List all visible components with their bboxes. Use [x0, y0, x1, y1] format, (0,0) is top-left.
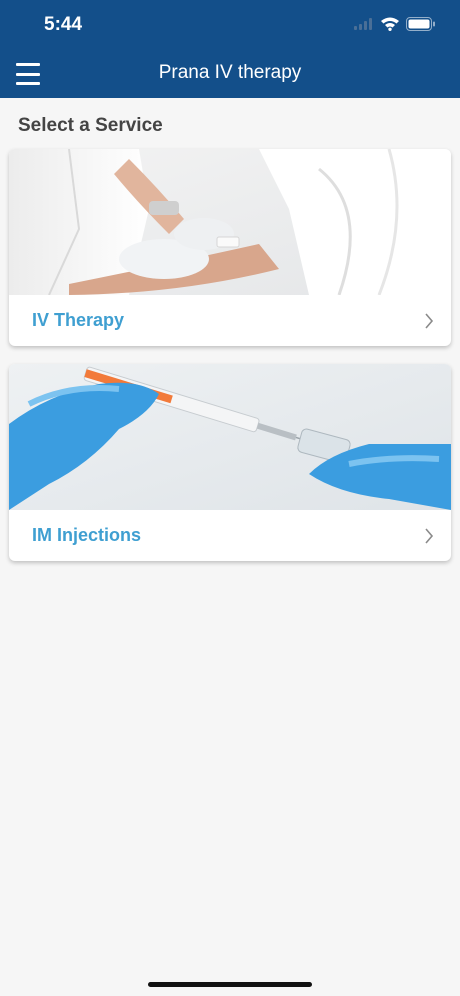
signal-icon	[354, 17, 372, 30]
service-label: IV Therapy	[32, 310, 125, 330]
battery-icon	[406, 16, 435, 31]
service-card-im-injections[interactable]: IM Injections	[9, 364, 451, 561]
wifi-icon	[381, 17, 399, 31]
card-footer: IM Injections	[9, 510, 451, 561]
chevron-right-icon	[425, 313, 434, 329]
navigation-bar: Prana IV therapy	[0, 52, 460, 96]
app-header: 5:44 Prana IV therapy	[0, 0, 460, 98]
status-bar: 5:44	[0, 0, 460, 50]
page-title: Prana IV therapy	[158, 62, 302, 83]
status-icons	[354, 16, 436, 31]
section-title: Select a Service	[18, 115, 163, 136]
service-label: IM Injections	[32, 525, 142, 545]
home-indicator	[148, 982, 312, 987]
im-injections-image	[9, 364, 451, 510]
iv-therapy-image	[9, 149, 451, 295]
card-footer: IV Therapy	[9, 295, 451, 346]
status-time: 5:44	[44, 14, 83, 35]
chevron-right-icon	[425, 528, 434, 544]
service-card-iv-therapy[interactable]: IV Therapy	[9, 149, 451, 346]
